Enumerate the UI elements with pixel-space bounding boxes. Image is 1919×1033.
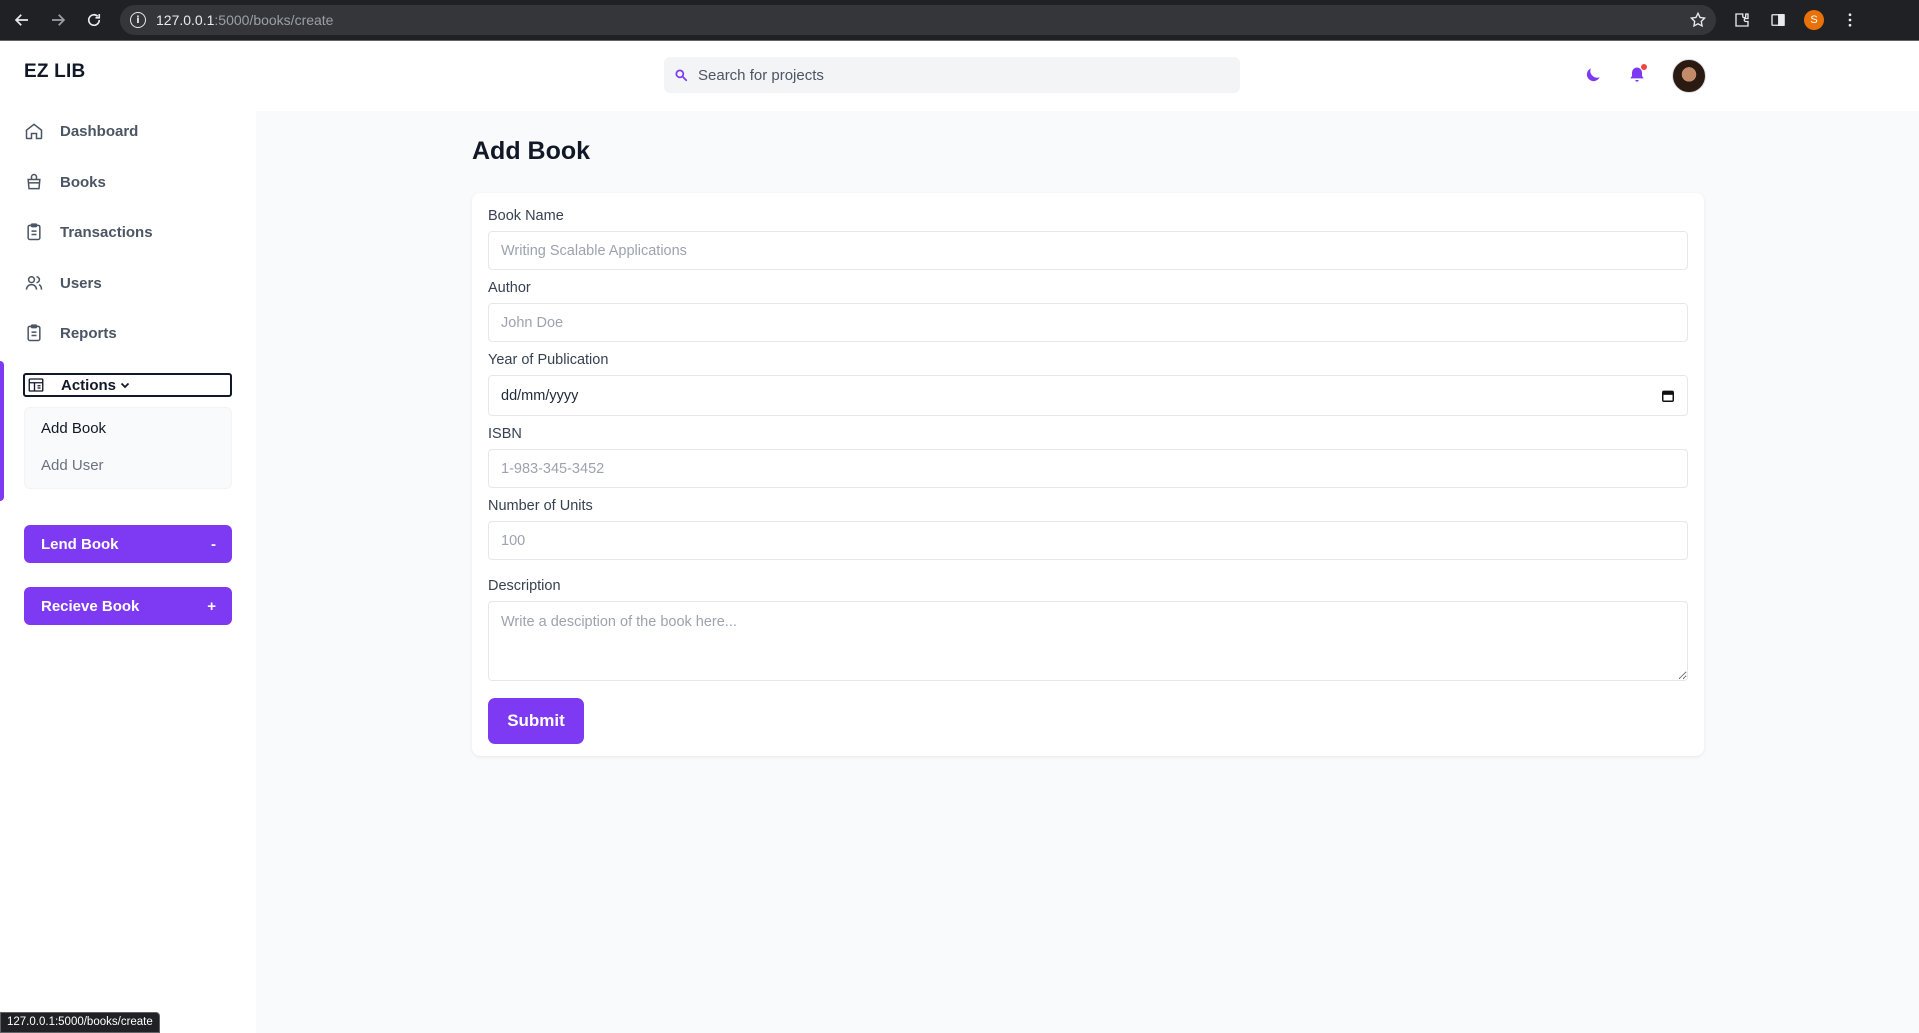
site-info-icon[interactable]: i — [130, 12, 146, 28]
url-path: :5000/books/create — [214, 12, 334, 28]
search-input[interactable] — [698, 66, 1198, 84]
receive-book-button[interactable]: Recieve Book + — [24, 587, 232, 625]
description-label: Description — [488, 578, 561, 594]
browser-nav — [4, 4, 112, 36]
date-format-text: dd/mm/yyyy — [501, 387, 579, 404]
sidebar-item-label: Transactions — [60, 223, 153, 241]
add-book-form: Book Name Author Year of Publication dd/… — [472, 193, 1704, 756]
calendar-icon[interactable] — [1661, 389, 1675, 403]
home-icon — [25, 123, 43, 140]
chevron-down-icon — [120, 382, 130, 389]
page-title: Add Book — [472, 137, 591, 165]
search-icon — [675, 69, 688, 82]
isbn-input[interactable] — [488, 449, 1688, 488]
profile-initial: S — [1804, 10, 1824, 30]
sidebar-item-label: Dashboard — [60, 122, 139, 140]
isbn-label: ISBN — [488, 426, 522, 442]
description-textarea[interactable] — [488, 601, 1688, 681]
actions-label: Actions — [61, 376, 117, 394]
submit-button[interactable]: Submit — [488, 698, 584, 744]
submenu-item-add-book[interactable]: Add Book — [41, 420, 106, 437]
minus-icon: - — [211, 535, 216, 553]
actions-submenu: Add Book Add User — [24, 407, 232, 489]
active-indicator — [0, 361, 4, 501]
clipboard-icon — [27, 223, 41, 241]
url-host: 127.0.0.1 — [156, 12, 215, 28]
sidebar-item-users[interactable]: Users — [24, 268, 102, 298]
sidebar-item-books[interactable]: Books — [24, 167, 106, 197]
lend-book-button[interactable]: Lend Book - — [24, 525, 232, 563]
theme-toggle-moon-icon[interactable] — [1581, 63, 1605, 87]
sidebar-item-label: Books — [60, 173, 106, 191]
bookmark-star-icon[interactable] — [1680, 4, 1716, 36]
browser-toolbar: i 127.0.0.1:5000/books/create S — [0, 0, 1919, 40]
sidebar-item-reports[interactable]: Reports — [24, 318, 117, 348]
menu-kebab-icon[interactable] — [1832, 4, 1868, 36]
units-input[interactable] — [488, 521, 1688, 560]
sidebar-item-transactions[interactable]: Transactions — [24, 217, 153, 247]
extensions-icon[interactable] — [1724, 4, 1760, 36]
year-label: Year of Publication — [488, 352, 609, 368]
lend-book-label: Lend Book — [41, 535, 119, 553]
units-label: Number of Units — [488, 498, 593, 514]
notifications-bell-icon[interactable] — [1625, 63, 1649, 87]
back-icon[interactable] — [4, 4, 40, 36]
profile-button[interactable]: S — [1796, 4, 1832, 36]
receive-book-label: Recieve Book — [41, 597, 140, 615]
sidebar-item-label: Reports — [60, 324, 117, 342]
address-bar[interactable]: i 127.0.0.1:5000/books/create — [120, 5, 1716, 35]
search-bar[interactable] — [664, 57, 1240, 93]
author-label: Author — [488, 280, 531, 296]
year-date-input[interactable]: dd/mm/yyyy — [488, 375, 1688, 416]
shopping-bag-icon — [27, 173, 41, 190]
app-header: EZ LIB — [0, 41, 1919, 111]
forward-icon[interactable] — [40, 4, 76, 36]
plus-icon: + — [207, 597, 216, 615]
submenu-item-add-user[interactable]: Add User — [41, 457, 104, 474]
clipboard-icon — [27, 324, 41, 342]
book-name-input[interactable] — [488, 231, 1688, 270]
avatar[interactable] — [1672, 59, 1706, 93]
brand-logo[interactable]: EZ LIB — [24, 61, 85, 83]
status-bar-url: 127.0.0.1:5000/books/create — [0, 1012, 160, 1033]
sidebar-item-dashboard[interactable]: Dashboard — [24, 116, 138, 146]
book-name-label: Book Name — [488, 208, 564, 224]
users-icon — [25, 276, 43, 290]
sidebar-item-label: Users — [60, 274, 102, 292]
reload-icon[interactable] — [76, 4, 112, 36]
notification-badge — [1640, 63, 1648, 71]
side-panel-icon[interactable] — [1760, 4, 1796, 36]
actions-dropdown-button[interactable]: Actions — [23, 373, 232, 397]
layout-template-icon — [28, 378, 44, 392]
sidebar: Dashboard Books Transactions Users Repor… — [0, 111, 256, 1033]
author-input[interactable] — [488, 303, 1688, 342]
